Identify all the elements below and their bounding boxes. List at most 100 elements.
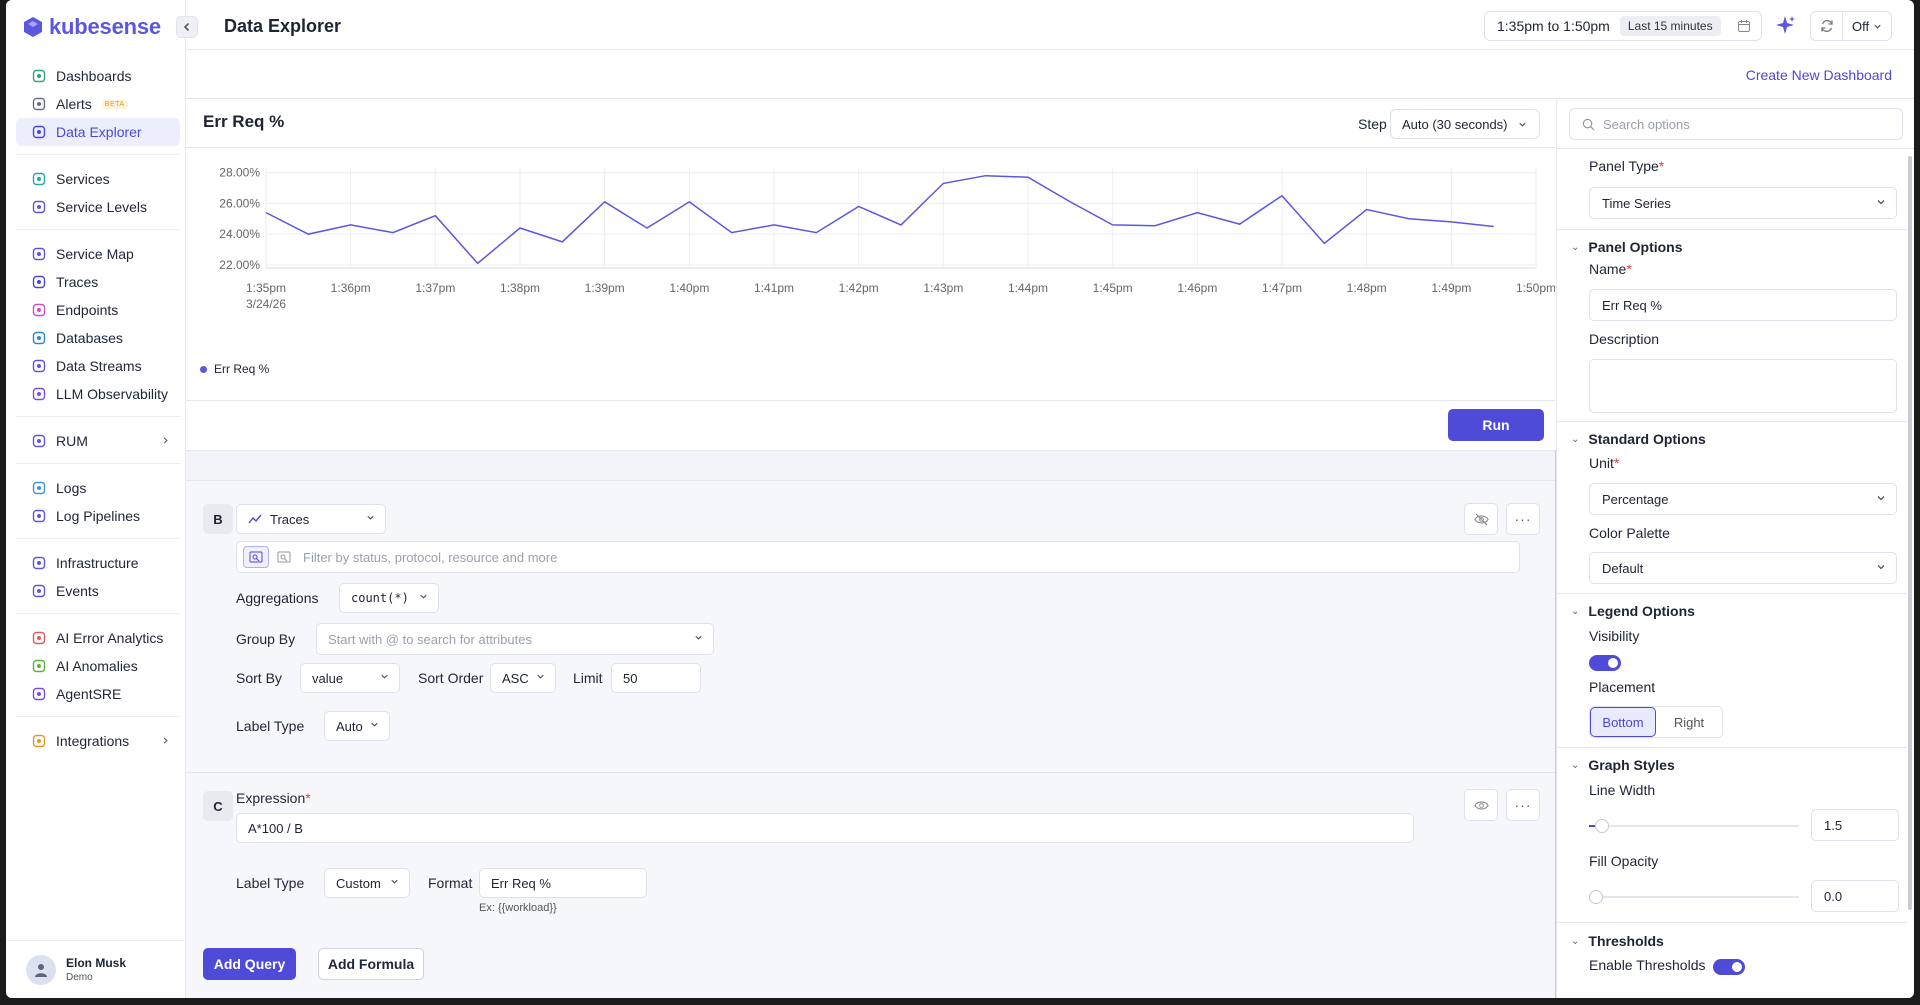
chevron-down-icon	[1876, 493, 1886, 506]
create-new-dashboard-link[interactable]: Create New Dashboard	[1746, 67, 1892, 83]
hide-query-button[interactable]	[1464, 503, 1498, 535]
fill-opacity-input[interactable]: 0.0	[1811, 880, 1899, 912]
sidebar-item-data-streams[interactable]: Data Streams	[16, 352, 180, 380]
panel-type-label: Panel Type*	[1589, 158, 1665, 174]
sidebar-item-events[interactable]: Events	[16, 577, 180, 605]
group-by-select[interactable]: Start with @ to search for attributes	[316, 623, 714, 655]
run-button[interactable]: Run	[1448, 409, 1544, 441]
sidebar-item-rum[interactable]: RUM	[16, 427, 180, 455]
sidebar-item-alerts[interactable]: Alerts BETA	[16, 90, 180, 118]
sidebar-item-service-map[interactable]: Service Map	[16, 240, 180, 268]
sidebar-item-ai-anomalies[interactable]: AI Anomalies	[16, 652, 180, 680]
sidebar-item-ai-error-analytics[interactable]: AI Error Analytics	[16, 624, 180, 652]
sort-by-select[interactable]: value	[300, 663, 400, 693]
sidebar-item-data-explorer[interactable]: Data Explorer	[16, 118, 180, 146]
search-options-input[interactable]: Search options	[1569, 108, 1903, 140]
service-levels-icon	[32, 200, 46, 214]
legend-options-section[interactable]: ⌄ Legend Options	[1571, 603, 1695, 619]
formula-label-type-value: Custom	[336, 875, 381, 891]
chart-panel-header: Err Req % Step Auto (30 seconds)	[186, 100, 1555, 148]
sidebar-item-label: Service Map	[56, 246, 134, 262]
x-tick-label: 1:49pm	[1431, 281, 1471, 295]
sidebar-item-endpoints[interactable]: Endpoints	[16, 296, 180, 324]
user-profile[interactable]: Elon Musk Demo	[6, 940, 186, 998]
color-palette-label: Color Palette	[1589, 525, 1670, 541]
sidebar-item-llm-observability[interactable]: LLM Observability	[16, 380, 180, 408]
time-range-picker[interactable]: 1:35pm to 1:50pm Last 15 minutes	[1484, 11, 1762, 41]
format-hint: Ex: {{workload}}	[479, 902, 557, 914]
query-mode-toggle[interactable]	[243, 546, 269, 568]
standard-options-section[interactable]: ⌄ Standard Options	[1571, 431, 1706, 447]
refresh-button[interactable]	[1811, 12, 1843, 40]
chevron-down-icon	[419, 592, 428, 604]
chevron-down-icon	[1874, 24, 1881, 29]
unit-select[interactable]: Percentage	[1589, 483, 1897, 515]
fill-opacity-slider[interactable]	[1589, 890, 1799, 904]
line-width-slider[interactable]	[1589, 819, 1799, 833]
color-palette-select[interactable]: Default	[1589, 552, 1897, 584]
sort-by-label: Sort By	[236, 670, 282, 686]
chart-legend[interactable]: Err Req %	[200, 362, 269, 376]
description-textarea[interactable]	[1589, 359, 1897, 413]
logo[interactable]: kubesense	[23, 14, 161, 40]
sidebar-item-services[interactable]: Services	[16, 165, 180, 193]
sidebar-item-service-levels[interactable]: Service Levels	[16, 193, 180, 221]
thresholds-section[interactable]: ⌄ Thresholds	[1571, 933, 1664, 949]
expression-input[interactable]: A*100 / B	[236, 813, 1414, 843]
options-scrollbar[interactable]	[1908, 156, 1912, 910]
nav-group: AI Error Analytics AI Anomalies AgentSRE	[16, 622, 180, 717]
nav-group: RUM	[16, 425, 180, 464]
sort-order-select[interactable]: ASC	[490, 663, 556, 693]
placement-bottom-option[interactable]: Bottom	[1590, 707, 1656, 737]
sidebar-item-traces[interactable]: Traces	[16, 268, 180, 296]
chevron-down-icon	[1519, 122, 1526, 127]
sidebar-item-databases[interactable]: Databases	[16, 324, 180, 352]
label-type-select[interactable]: Auto	[324, 711, 390, 741]
data-streams-icon	[32, 359, 46, 373]
limit-input[interactable]: 50	[611, 663, 701, 693]
time-series-chart[interactable]: 22.00% 24.00% 26.00% 28.00% 1:35pm 1:36pm 1:37…	[186, 148, 1555, 360]
add-query-button[interactable]: Add Query	[203, 948, 296, 980]
sidebar-item-logs[interactable]: Logs	[16, 474, 180, 502]
query-more-button[interactable]: ···	[1506, 503, 1540, 535]
line-width-slider-knob[interactable]	[1595, 819, 1609, 833]
header: Data Explorer 1:35pm to 1:50pm Last 15 m…	[186, 0, 1914, 50]
label-type-label: Label Type	[236, 718, 305, 734]
time-range-text: 1:35pm to 1:50pm	[1497, 18, 1610, 34]
sidebar-item-log-pipelines[interactable]: Log Pipelines	[16, 502, 180, 530]
step-select[interactable]: Auto (30 seconds)	[1390, 109, 1540, 139]
filter-input[interactable]: Filter by status, protocol, resource and…	[236, 541, 1520, 573]
user-icon	[35, 963, 47, 977]
sidebar-item-integrations[interactable]: Integrations	[16, 727, 180, 755]
refresh-interval-select[interactable]: Off	[1843, 19, 1882, 34]
data-source-select[interactable]: Traces	[236, 504, 386, 534]
chevron-down-icon	[380, 672, 389, 684]
sidebar-item-dashboards[interactable]: Dashboards	[16, 62, 180, 90]
fill-opacity-slider-knob[interactable]	[1589, 890, 1603, 904]
auto-refresh-control[interactable]: Off	[1810, 11, 1892, 41]
endpoints-icon	[32, 303, 46, 317]
add-formula-button[interactable]: Add Formula	[318, 948, 424, 980]
line-width-input[interactable]: 1.5	[1811, 809, 1899, 841]
collapse-sidebar-button[interactable]	[176, 16, 198, 38]
sidebar-item-label: AI Anomalies	[56, 658, 138, 674]
aggregation-select[interactable]: count(*)	[339, 583, 439, 613]
sidebar-item-agentsre[interactable]: AgentSRE	[16, 680, 180, 708]
formula-more-button[interactable]: ···	[1506, 789, 1540, 821]
panel-options-section[interactable]: ⌄ Panel Options	[1571, 239, 1683, 255]
name-input[interactable]: Err Req %	[1589, 289, 1897, 321]
graph-styles-section[interactable]: ⌄ Graph Styles	[1571, 757, 1675, 773]
panel-type-select[interactable]: Time Series	[1589, 187, 1897, 219]
sidebar-item-infrastructure[interactable]: Infrastructure	[16, 549, 180, 577]
sidebar-item-label: Events	[56, 583, 99, 599]
enable-thresholds-toggle[interactable]	[1713, 959, 1745, 975]
legend-visibility-toggle[interactable]	[1589, 655, 1621, 671]
toggle-formula-visibility-button[interactable]	[1464, 789, 1498, 821]
format-input[interactable]: Err Req %	[479, 868, 647, 898]
query-builder: B Traces ··· Filter by status, protocol,…	[186, 450, 1555, 998]
nav-group: Dashboards Alerts BETA Data Explorer	[16, 60, 180, 155]
ai-assistant-button[interactable]	[1774, 14, 1796, 39]
placement-right-option[interactable]: Right	[1656, 707, 1722, 737]
chevron-down-icon: ⌄	[1571, 605, 1580, 617]
formula-label-type-select[interactable]: Custom	[324, 868, 410, 898]
